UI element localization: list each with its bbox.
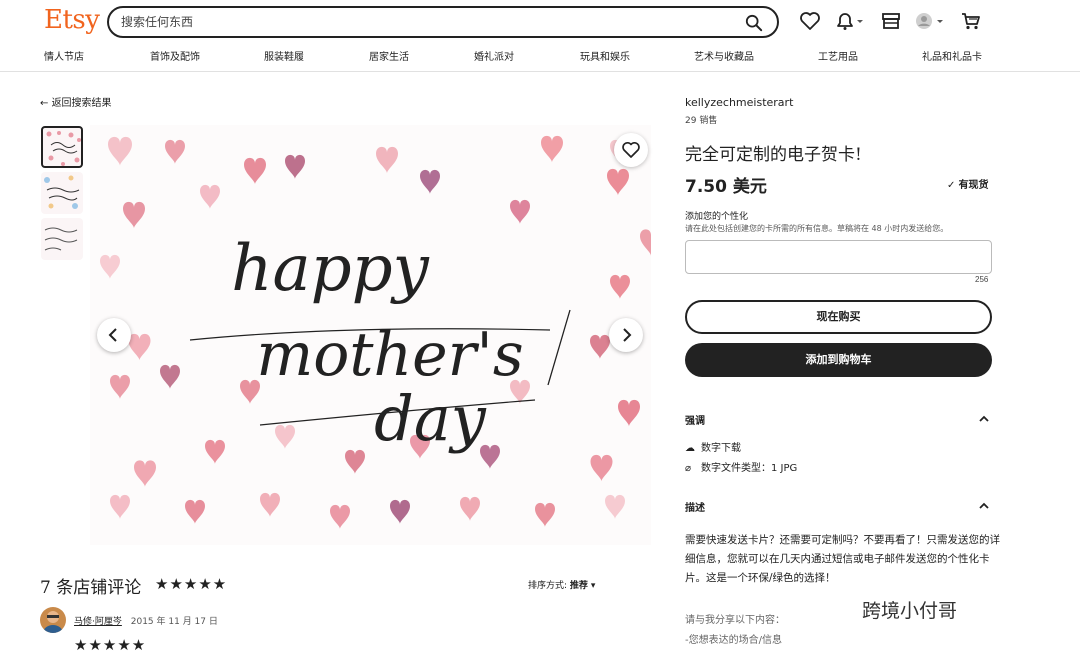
caret-down-icon: ▾: [590, 581, 596, 591]
nav-home-living[interactable]: 居家生活: [369, 48, 409, 63]
description-text: 需要快速发送卡片？还需要可定制吗？不要再看了！只需发送您的详细信息，您就可以在几…: [685, 534, 1000, 584]
review-stars: ★★★★★: [74, 637, 147, 654]
heart-icon: [622, 141, 640, 158]
reviewer-name[interactable]: 马修·阿厘岑: [74, 617, 122, 627]
thumbnail-image: [44, 175, 80, 209]
nav-toys[interactable]: 玩具和娱乐: [580, 48, 630, 63]
stock-status: ✓ 有现货: [947, 176, 989, 191]
reviewer-avatar[interactable]: [40, 607, 66, 633]
review-date: 2015 年 11 月 17 日: [130, 617, 218, 627]
site-header: Etsy 情人节店 首饰及配饰 服装鞋履 居家生活 婚礼派对 玩具和娱乐 艺术与…: [0, 0, 1080, 72]
shop-manager-icon[interactable]: [879, 10, 903, 32]
highlight-text: 数字文件类型：1 JPG: [701, 463, 798, 474]
cart-icon[interactable]: [959, 10, 983, 32]
category-nav: 情人节店 首饰及配饰 服装鞋履 居家生活 婚礼派对 玩具和娱乐 艺术与收藏品 工…: [0, 48, 1080, 66]
personalization-label: 添加您的个性化: [685, 212, 749, 222]
thumbnail-3[interactable]: [41, 218, 83, 260]
thumbnail-1[interactable]: [41, 126, 83, 168]
chevron-left-icon: [108, 328, 117, 342]
nav-craft-supplies[interactable]: 工艺用品: [818, 48, 858, 63]
product-title: 完全可定制的电子贺卡!: [685, 145, 862, 165]
personalization-hint: 请在此处包括创建您的卡所需的所有信息。草稿将在 48 小时内发送给您。: [685, 224, 949, 233]
share-item: -您想表达的场合/信息: [685, 635, 782, 646]
shop-name-link[interactable]: kellyzechmeisterart: [685, 96, 793, 109]
nav-valentines[interactable]: 情人节店: [44, 48, 84, 63]
nav-jewelry[interactable]: 首饰及配饰: [150, 48, 200, 63]
thumbnail-image: [44, 227, 78, 251]
highlights-heading[interactable]: 强调: [685, 412, 705, 427]
thumbnail-image: [46, 131, 81, 166]
add-to-cart-button[interactable]: 添加到购物车: [685, 343, 992, 377]
account-avatar-icon[interactable]: [913, 10, 947, 32]
favorite-item-button[interactable]: [614, 133, 648, 167]
nav-clothing[interactable]: 服装鞋履: [264, 48, 304, 63]
chevron-up-icon[interactable]: [978, 501, 990, 511]
chevron-right-icon: [623, 328, 632, 342]
highlight-file-type: ⌀ 数字文件类型：1 JPG: [685, 459, 797, 474]
nav-wedding-party[interactable]: 婚礼派对: [474, 48, 514, 63]
paperclip-icon: ⌀: [685, 463, 692, 474]
checkmark-icon: ✓: [947, 180, 959, 191]
cloud-download-icon: ☁: [685, 443, 695, 454]
watermark-text: 跨境小付哥: [862, 600, 958, 622]
chevron-up-icon[interactable]: [978, 414, 990, 424]
shop-rating-stars: ★★★★★: [155, 576, 228, 593]
previous-image-button[interactable]: [97, 318, 131, 352]
card-text-line-1: happy: [231, 232, 429, 306]
card-text-line-2: mother's: [256, 320, 523, 390]
arrow-left-icon: ←: [40, 98, 52, 109]
buy-now-button[interactable]: 现在购买: [685, 300, 992, 334]
review-meta: 马修·阿厘岑 2015 年 11 月 17 日: [74, 614, 218, 627]
nav-art-collectibles[interactable]: 艺术与收藏品: [694, 48, 754, 63]
share-prompt: 请与我分享以下内容：: [685, 615, 785, 626]
character-counter: 256: [975, 275, 989, 284]
sort-label: 排序方式:: [528, 581, 568, 591]
card-text-line-3: day: [374, 382, 487, 455]
next-image-button[interactable]: [609, 318, 643, 352]
search-bar[interactable]: [107, 6, 779, 38]
sort-value: 推荐: [569, 581, 588, 591]
back-label: 返回搜索结果: [51, 98, 112, 109]
highlight-digital-download: ☁ 数字下载: [685, 439, 741, 454]
search-icon[interactable]: [745, 14, 763, 32]
product-price: 7.50 美元: [685, 177, 767, 197]
sales-count: 29 销售: [685, 116, 718, 126]
sort-dropdown[interactable]: 排序方式: 推荐 ▾: [528, 578, 595, 591]
highlight-text: 数字下载: [701, 443, 741, 454]
stock-label: 有现货: [958, 180, 989, 191]
notifications-bell-icon[interactable]: [833, 10, 865, 32]
search-input[interactable]: [121, 13, 721, 31]
favorites-heart-icon[interactable]: [798, 10, 822, 32]
thumbnail-2[interactable]: [41, 172, 83, 214]
hearts-card-artwork: happy mother's day: [100, 135, 651, 529]
back-to-search-link[interactable]: ← 返回搜索结果: [40, 94, 112, 109]
product-main-image: happy mother's day: [90, 125, 651, 545]
personalization-textarea[interactable]: [685, 240, 992, 274]
reviews-heading: 7 条店铺评论: [40, 578, 142, 598]
etsy-logo[interactable]: Etsy: [44, 5, 100, 35]
nav-gifts[interactable]: 礼品和礼品卡: [922, 48, 982, 63]
description-heading[interactable]: 描述: [685, 499, 705, 514]
